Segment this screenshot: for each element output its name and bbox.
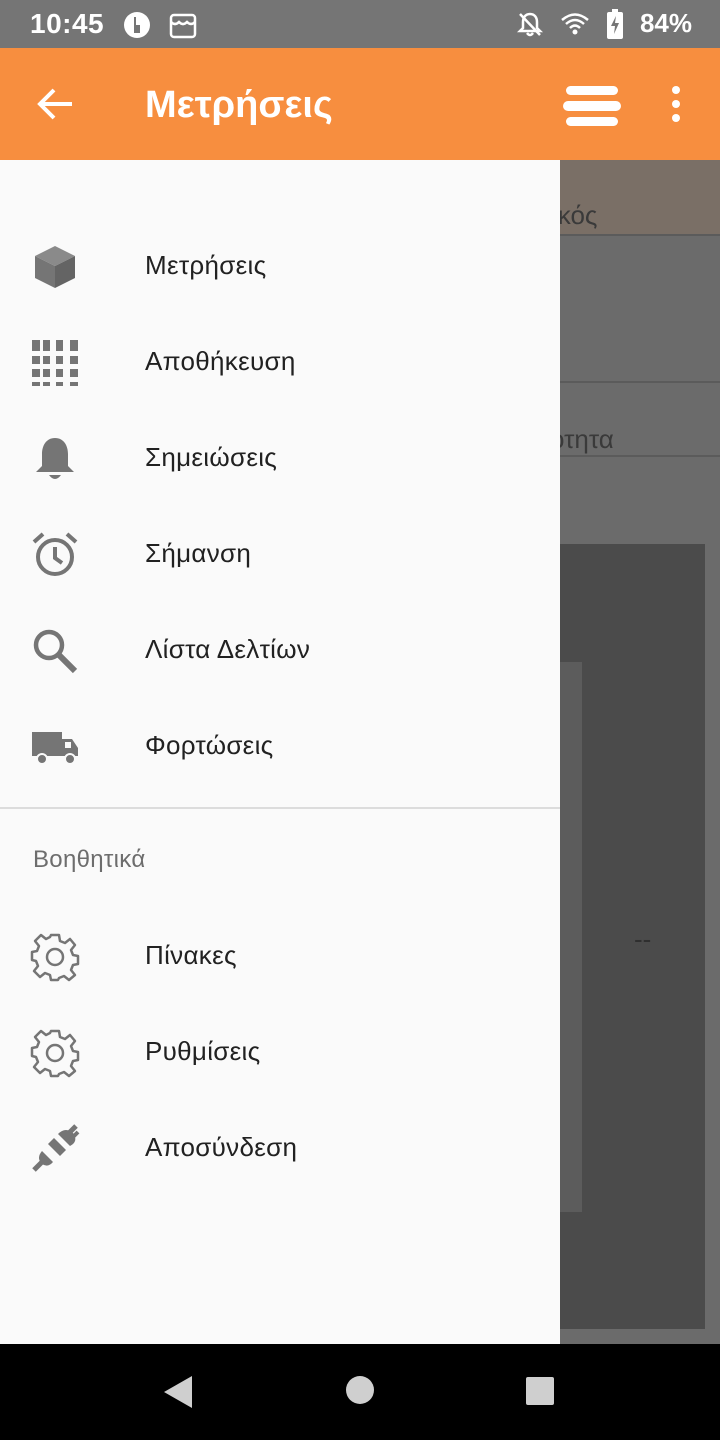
nav-recent-icon[interactable] — [524, 1375, 556, 1407]
search-icon — [33, 629, 78, 674]
drawer-item-label: Λίστα Δελτίων — [145, 634, 311, 664]
arrow-left-icon[interactable] — [34, 82, 78, 126]
drawer-item-logout[interactable]: Αποσύνδεση — [0, 1100, 560, 1196]
background-divider — [560, 455, 720, 457]
drawer-item-label: Μετρήσεις — [145, 250, 267, 280]
bell-off-icon — [516, 12, 543, 36]
alarm-clock-icon — [32, 532, 78, 576]
drawer-item-label: Αποθήκευση — [145, 346, 296, 376]
gear-icon — [30, 933, 80, 982]
nav-home-icon[interactable] — [344, 1374, 376, 1406]
drawer-item-label: Πίνακες — [145, 940, 237, 970]
gear-icon — [30, 1029, 80, 1078]
drawer-item-marking[interactable]: Σήμανση — [0, 506, 560, 602]
drawer-item-label: Φορτώσεις — [145, 730, 274, 760]
navigation-drawer: Μετρήσεις Αποθήκευση Σημειώσεις Σήμανση — [0, 160, 560, 1344]
background-content: ικός ότητα -- — [560, 160, 720, 1344]
store-icon — [169, 13, 197, 39]
status-bar: 10:45 84% — [0, 0, 720, 48]
drawer-item-storage[interactable]: Αποθήκευση — [0, 314, 560, 410]
app-circle-icon — [124, 12, 150, 38]
wifi-icon — [561, 12, 589, 34]
drawer-item-list[interactable]: Λίστα Δελτίων — [0, 602, 560, 698]
drawer-divider — [0, 807, 560, 809]
page-title: Μετρήσεις — [145, 84, 333, 126]
nav-back-icon[interactable] — [162, 1374, 196, 1410]
drawer-item-loads[interactable]: Φορτώσεις — [0, 698, 560, 794]
background-divider — [560, 381, 720, 383]
drawer-item-notes[interactable]: Σημειώσεις — [0, 410, 560, 506]
background-divider — [560, 234, 720, 236]
drawer-section-title: Βοηθητικά — [33, 846, 146, 873]
menu-lines-icon[interactable] — [563, 82, 621, 130]
drawer-item-measurements[interactable]: Μετρήσεις — [0, 218, 560, 314]
drawer-item-tables[interactable]: Πίνακες — [0, 908, 560, 1004]
battery-charging-icon — [606, 8, 623, 39]
shelves-icon — [32, 340, 78, 386]
drawer-item-label: Σημειώσεις — [145, 442, 278, 472]
truck-icon — [32, 732, 78, 765]
background-row-text: ότητα — [560, 424, 614, 454]
background-inner-panel — [560, 662, 582, 1212]
cube-icon — [35, 246, 75, 288]
background-value: -- — [634, 924, 652, 954]
drawer-item-label: Ρυθμίσεις — [145, 1036, 261, 1066]
app-bar: Μετρήσεις — [0, 48, 720, 160]
battery-percentage: 84% — [639, 8, 692, 38]
kebab-icon[interactable] — [664, 84, 688, 124]
system-nav-bar — [0, 1344, 720, 1440]
bell-icon — [36, 438, 74, 479]
drawer-item-label: Σήμανση — [145, 538, 252, 568]
status-time: 10:45 — [30, 8, 105, 39]
background-row: ικός — [560, 160, 720, 234]
unplug-icon — [32, 1124, 80, 1172]
drawer-item-label: Αποσύνδεση — [145, 1132, 298, 1162]
drawer-item-settings[interactable]: Ρυθμίσεις — [0, 1004, 560, 1100]
background-row-text: ικός — [560, 200, 598, 230]
